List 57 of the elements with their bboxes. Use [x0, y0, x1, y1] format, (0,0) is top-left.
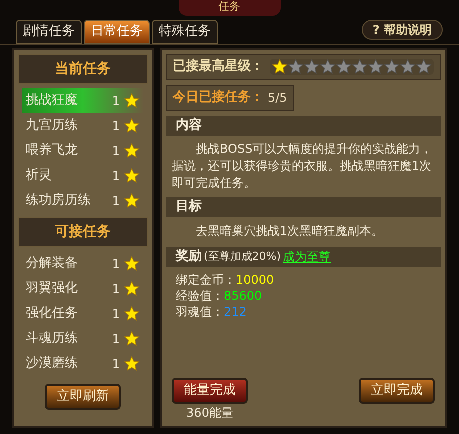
star-icon [124, 192, 140, 208]
accepted-today-count: 5/5 [268, 90, 288, 107]
star-icon [416, 59, 432, 75]
reward-label: 羽魂值： [176, 304, 224, 320]
star-icon [124, 256, 140, 272]
star-icon [124, 306, 140, 322]
task-item[interactable]: 练功房历练 1 [22, 188, 144, 213]
star-icon [124, 142, 140, 158]
star-icon [124, 118, 140, 134]
star-icon [352, 59, 368, 75]
star-icon [124, 280, 140, 296]
tab[interactable]: 剧情任务 [16, 20, 82, 44]
star-icon [368, 59, 384, 75]
task-item[interactable]: 分解装备 1 [22, 251, 144, 276]
star-icon [288, 59, 304, 75]
help-button[interactable]: ? 帮助说明 [362, 20, 443, 40]
reward-label: 经验值： [176, 288, 224, 304]
energy-cost: 360能量 [186, 405, 234, 422]
task-item[interactable]: 强化任务 1 [22, 301, 144, 326]
task-item[interactable]: 羽翼强化 1 [22, 276, 144, 301]
task-item[interactable]: 斗魂历练 1 [22, 326, 144, 351]
content-text: 挑战BOSS可以大幅度的提升你的实战能力，据说，还可以获得珍贵的衣服。挑战黑暗狂魔1次即可完成任务。 [171, 141, 434, 192]
reward-value: 10000 [236, 272, 274, 288]
reward-heading: 奖励 [176, 248, 202, 266]
reward-label: 绑定金币： [176, 272, 236, 288]
refresh-button[interactable]: 立即刷新 [45, 384, 121, 410]
task-item[interactable]: 祈灵 1 [22, 163, 144, 188]
star-icon [320, 59, 336, 75]
star-icon [304, 59, 320, 75]
reward-value: 85600 [224, 288, 262, 304]
task-item[interactable]: 九宫历练 1 [22, 113, 144, 138]
section-header: 目标 [166, 197, 441, 217]
vip-link[interactable]: 成为至尊 [283, 248, 332, 266]
star-icon [124, 168, 140, 184]
tab[interactable]: 日常任务 [84, 20, 150, 44]
task-item[interactable]: 沙漠磨练 1 [22, 351, 144, 376]
section-header: 当前任务 [18, 54, 148, 84]
goal-text: 去黑暗巢穴挑战1次黑暗狂魔副本。 [195, 223, 385, 240]
star-icon [400, 59, 416, 75]
energy-complete-button[interactable]: 能量完成 [172, 378, 248, 404]
window-title: 任务 [178, 0, 280, 16]
star-icon [384, 59, 400, 75]
section-header: 可接任务 [18, 217, 148, 247]
task-item[interactable]: 挑战狂魔 1 [22, 88, 144, 113]
reward-value: 212 [224, 304, 247, 320]
complete-now-button[interactable]: 立即完成 [359, 378, 435, 404]
tab[interactable]: 特殊任务 [152, 20, 218, 44]
reward-bonus: (至尊加成20%) [204, 248, 282, 265]
section-header: 内容 [166, 116, 441, 136]
task-item[interactable]: 喂养飞龙 1 [22, 138, 144, 163]
star-icon [124, 356, 140, 372]
star-icon [124, 330, 140, 346]
star-icon [124, 92, 140, 108]
accepted-today-label: 今日已接任务： [173, 88, 264, 108]
star-icon [272, 59, 288, 75]
star-level-label: 已接最高星级： [173, 58, 264, 76]
star-icon [336, 59, 352, 75]
